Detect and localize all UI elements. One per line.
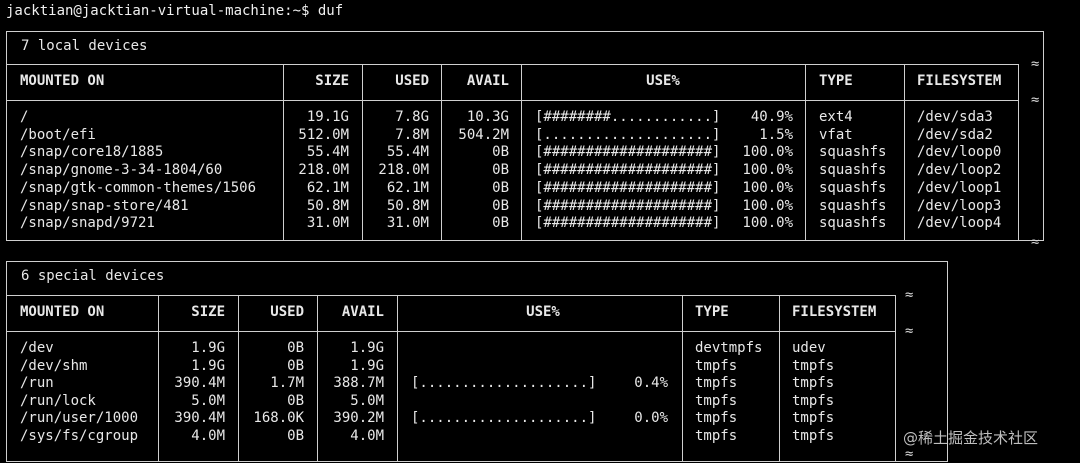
header-filesystem: FILESYSTEM <box>792 304 877 320</box>
header-type: TYPE <box>819 73 853 89</box>
line-wrap-marker: ≈ <box>905 287 914 303</box>
filesystem-device: /dev/loop2 <box>917 162 1002 179</box>
filesystem-type: squashfs <box>819 179 887 196</box>
filesystem-type: vfat <box>819 126 853 143</box>
filesystem-type: tmpfs <box>695 357 738 374</box>
line-wrap-marker: ≈ <box>905 323 914 339</box>
column-divider <box>521 64 522 241</box>
column-divider <box>779 295 780 462</box>
avail-value: 0B <box>492 197 509 214</box>
usage-percent: 100.0% <box>742 179 793 196</box>
mount-point: /snap/snapd/9721 <box>20 215 155 232</box>
avail-value: 0B <box>492 144 509 161</box>
usage-percent: 100.0% <box>742 215 793 232</box>
avail-value: 1.9G <box>350 340 384 356</box>
avail-value: 1.9G <box>350 357 384 374</box>
filesystem-type: tmpfs <box>695 392 738 409</box>
filesystem-device: /dev/loop4 <box>917 215 1002 232</box>
avail-value: 5.0M <box>350 392 384 409</box>
avail-value: 390.2M <box>333 410 384 427</box>
filesystem-device: tmpfs <box>792 357 835 374</box>
column-divider <box>682 295 683 462</box>
usage-percent: 100.0% <box>742 162 793 179</box>
filesystem-type: tmpfs <box>695 410 738 427</box>
mount-point: /snap/core18/1885 <box>20 144 164 161</box>
header-use-percent: USE% <box>646 73 680 89</box>
filesystem-device: /dev/loop3 <box>917 197 1002 214</box>
filesystem-device: /dev/sda2 <box>917 126 993 143</box>
filesystem-type: tmpfs <box>695 428 738 444</box>
avail-value: 4.0M <box>350 428 384 444</box>
filesystem-type: squashfs <box>819 215 887 232</box>
mount-point: / <box>20 109 29 125</box>
column-divider <box>805 64 806 241</box>
line-wrap-marker: ≈ <box>1031 92 1040 108</box>
usage-percent: 1.5% <box>759 126 793 143</box>
header-filesystem: FILESYSTEM <box>917 73 1002 89</box>
avail-value: 0B <box>492 215 509 232</box>
filesystem-device: tmpfs <box>792 392 835 409</box>
header-use-percent: USE% <box>526 304 560 320</box>
line-wrap-marker: ≈ <box>905 446 914 462</box>
header-mounted-on: MOUNTED ON <box>20 73 105 89</box>
filesystem-type: squashfs <box>819 144 887 161</box>
filesystem-type: squashfs <box>819 197 887 214</box>
avail-value: 388.7M <box>333 375 384 392</box>
header-avail: AVAIL <box>466 73 509 89</box>
filesystem-device: tmpfs <box>792 410 835 427</box>
usage-percent: 0.4% <box>634 375 668 392</box>
special-devices-title: 6 special devices <box>19 268 167 285</box>
avail-value: 0B <box>492 179 509 196</box>
line-wrap-marker: ≈ <box>1031 234 1040 250</box>
header-avail: AVAIL <box>341 304 384 320</box>
filesystem-type: ext4 <box>819 109 853 125</box>
header-type: TYPE <box>695 304 729 320</box>
filesystem-type: squashfs <box>819 162 887 179</box>
usage-percent: 100.0% <box>742 144 793 161</box>
line-wrap-marker: ≈ <box>1031 56 1040 72</box>
filesystem-device: /dev/sda3 <box>917 109 993 125</box>
watermark: @稀土掘金技术社区 <box>903 429 1039 447</box>
local-header-divider <box>6 100 1019 101</box>
filesystem-type: tmpfs <box>695 375 738 392</box>
local-devices-title: 7 local devices <box>19 38 150 55</box>
filesystem-device: tmpfs <box>792 428 835 444</box>
mount-point: /boot/efi <box>20 126 96 143</box>
avail-value: 504.2M <box>458 126 509 143</box>
column-divider <box>397 295 398 462</box>
usage-percent: 40.9% <box>750 109 793 125</box>
filesystem-device: tmpfs <box>792 375 835 392</box>
filesystem-device: /dev/loop1 <box>917 179 1002 196</box>
usage-percent: 100.0% <box>742 197 793 214</box>
terminal-prompt: jacktian@jacktian-virtual-machine:~$ duf <box>6 3 344 19</box>
avail-value: 0B <box>492 162 509 179</box>
column-divider <box>904 64 905 241</box>
filesystem-device: /dev/loop0 <box>917 144 1002 161</box>
filesystem-device: udev <box>792 340 826 356</box>
special-header-divider <box>6 331 896 332</box>
usage-percent: 0.0% <box>634 410 668 427</box>
avail-value: 10.3G <box>466 109 509 125</box>
filesystem-type: devtmpfs <box>695 340 763 356</box>
